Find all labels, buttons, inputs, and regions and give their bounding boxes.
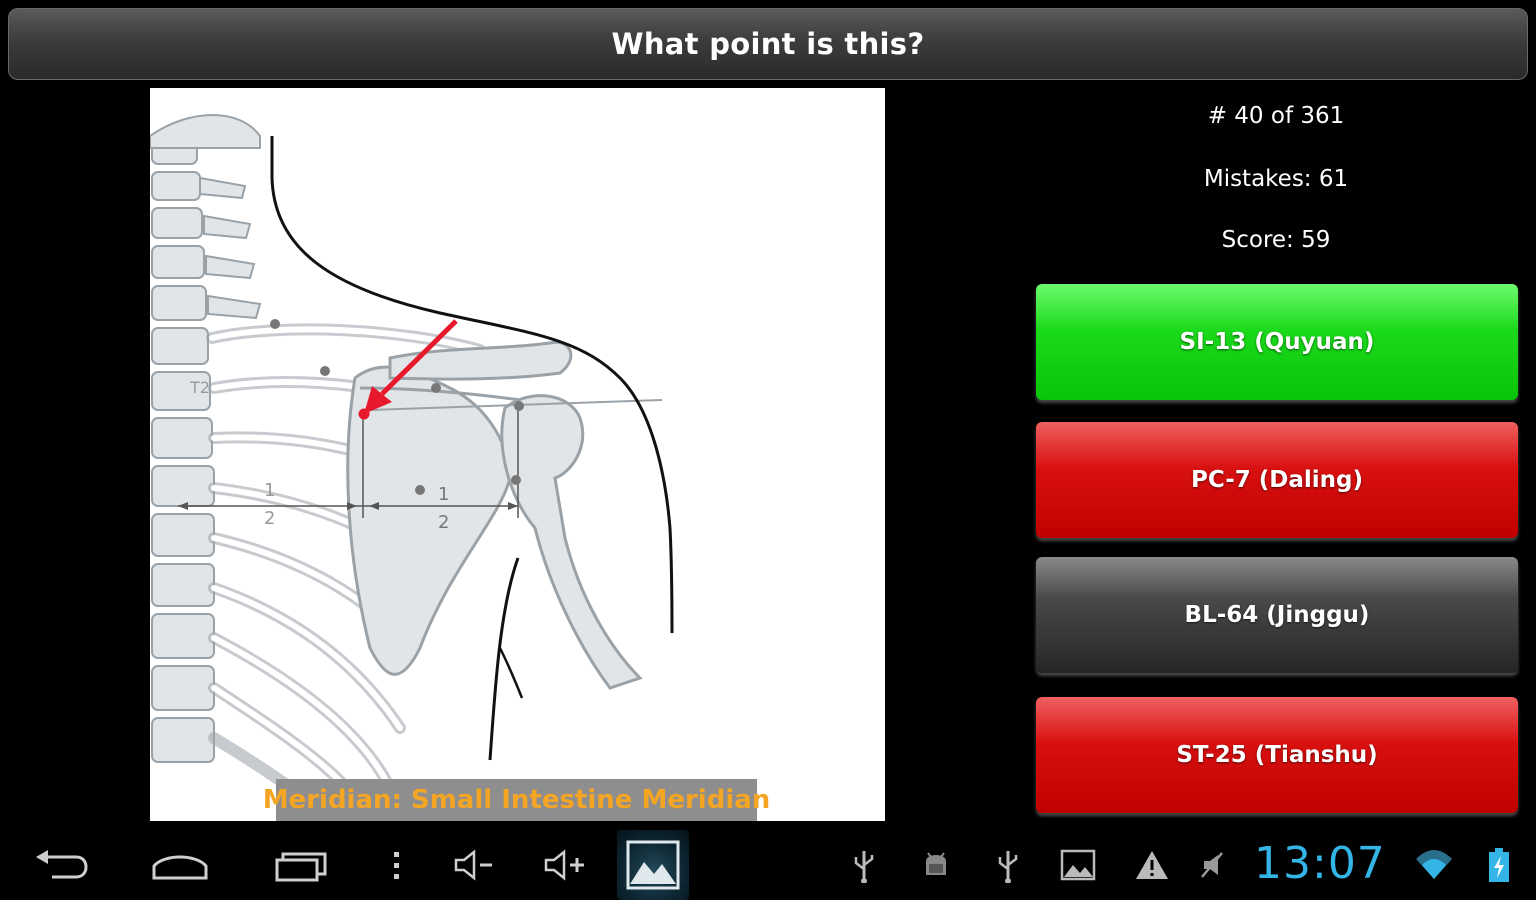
warning-notification [1132,830,1172,900]
recent-apps-button[interactable] [270,830,334,900]
battery-status [1484,830,1514,900]
battery-charging-icon [1489,848,1509,882]
no-sound-icon [1201,852,1223,878]
back-icon [36,850,88,879]
sound-status [1196,830,1228,900]
answer-button-2[interactable]: PC-7 (Daling) [1036,422,1518,538]
answer-label: BL-64 (Jinggu) [1184,602,1370,628]
home-icon [152,855,208,880]
usb-status-2 [992,830,1024,900]
title-bar: What point is this? [8,8,1528,80]
vertebra-label: T2 [189,378,210,397]
mistakes-count: Mistakes: 61 [1203,166,1349,192]
page-title: What point is this? [611,27,925,61]
gallery-icon [626,840,680,890]
volume-down-button[interactable] [450,830,498,900]
recent-apps-icon [275,852,327,882]
fraction-numerator: 1 [438,484,449,505]
gallery-button[interactable] [617,830,689,900]
android-debug-icon [926,852,946,875]
volume-down-icon [454,849,492,881]
menu-button[interactable] [380,830,412,900]
back-button[interactable] [28,830,92,900]
image-notification-icon [1060,849,1096,881]
answer-label: ST-25 (Tianshu) [1176,742,1378,768]
usb-icon [854,851,874,883]
answer-button-1[interactable]: SI-13 (Quyuan) [1036,284,1518,400]
fraction-denominator: 2 [438,512,449,533]
status-clock: 13:07 [1254,838,1386,889]
usb-icon [998,851,1018,883]
answer-button-4[interactable]: ST-25 (Tianshu) [1036,697,1518,813]
shoulder-anatomy-illustration: 1 2 1 2 T2 [150,114,674,821]
wifi-icon [1416,850,1452,879]
volume-up-icon [544,849,584,881]
debug-status [916,830,956,900]
app-root: What point is this? 1 2 1 2 T2 Meridian:… [0,0,1536,900]
fraction-numerator-left: 1 [264,480,275,501]
score-value: Score: 59 [1221,227,1331,253]
home-button[interactable] [148,830,212,900]
volume-up-button[interactable] [540,830,588,900]
image-notification [1058,830,1098,900]
wifi-status [1412,830,1456,900]
usb-status [848,830,880,900]
progress-counter: # 40 of 361 [1207,103,1345,129]
answer-button-3[interactable]: BL-64 (Jinggu) [1036,557,1518,673]
answer-label: PC-7 (Daling) [1190,467,1364,493]
fraction-denominator-left: 2 [264,508,275,529]
anatomy-image-panel: 1 2 1 2 T2 Meridian: Small Intestine Mer… [150,88,885,821]
meridian-label: Meridian: Small Intestine Meridian [263,779,770,821]
warning-icon [1136,851,1168,879]
answer-label: SI-13 (Quyuan) [1179,329,1375,355]
menu-icon [394,852,399,879]
